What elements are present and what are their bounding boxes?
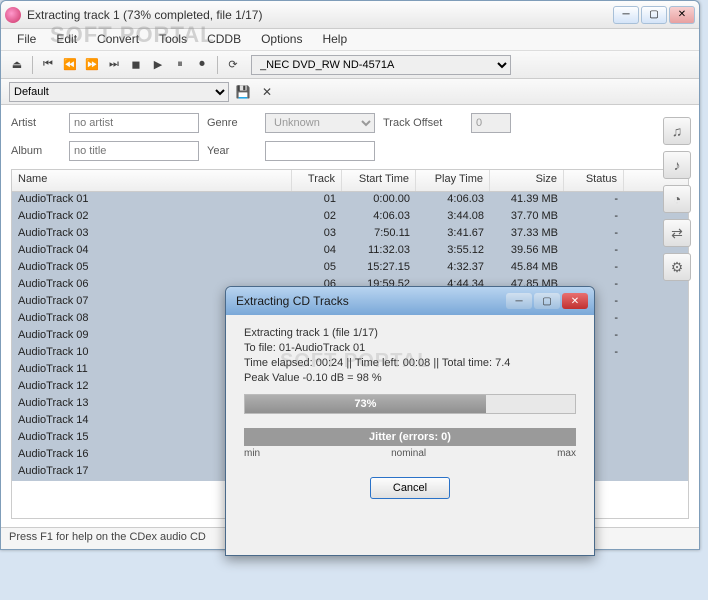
cancel-button[interactable]: Cancel <box>370 477 450 499</box>
menu-file[interactable]: File <box>7 29 46 50</box>
track-header: Name Track Start Time Play Time Size Sta… <box>12 170 688 192</box>
side-toolbar: ♫ ♪ ◔ ⇄ ⚙ <box>659 113 695 281</box>
convert-icon[interactable]: ⇄ <box>663 219 691 247</box>
metadata-row1: Artist Genre Unknown Track Offset <box>1 105 699 141</box>
drive-select[interactable]: _NEC DVD_RW ND-4571A <box>251 55 511 75</box>
dialog-line-peak: Peak Value -0.10 dB = 98 % <box>244 372 576 384</box>
save-icon[interactable]: 💾 <box>233 82 253 102</box>
genre-select[interactable]: Unknown <box>265 113 375 133</box>
dialog-titlebar[interactable]: Extracting CD Tracks ─ ▢ ✕ <box>226 287 594 315</box>
col-start[interactable]: Start Time <box>342 170 416 191</box>
settings-icon[interactable]: ⚙ <box>663 253 691 281</box>
window-title: Extracting track 1 (73% completed, file … <box>27 8 613 22</box>
prev-track-icon[interactable]: ⏮ <box>38 55 58 75</box>
close-button[interactable]: ✕ <box>669 6 695 24</box>
delete-icon[interactable]: ✕ <box>257 82 277 102</box>
album-label: Album <box>11 145 61 157</box>
track-row[interactable]: AudioTrack 050515:27.154:32.3745.84 MB- <box>12 260 688 277</box>
menu-edit[interactable]: Edit <box>46 29 87 50</box>
extract-dialog: Extracting CD Tracks ─ ▢ ✕ Extracting tr… <box>225 286 595 556</box>
track-row[interactable]: AudioTrack 02024:06.033:44.0837.70 MB- <box>12 209 688 226</box>
dialog-line-time: Time elapsed: 00:24 || Time left: 00:08 … <box>244 357 576 369</box>
artist-input[interactable] <box>69 113 199 133</box>
play-icon[interactable]: ▶ <box>148 55 168 75</box>
menu-options[interactable]: Options <box>251 29 312 50</box>
dialog-minimize-button[interactable]: ─ <box>506 293 532 309</box>
forward-icon[interactable]: ⏩ <box>82 55 102 75</box>
dialog-body: Extracting track 1 (file 1/17) To file: … <box>226 315 594 511</box>
toolbar: ⏏ ⏮ ⏪ ⏩ ⏭ ◼ ▶ ⏸ ⏺ ⟳ _NEC DVD_RW ND-4571A <box>1 51 699 79</box>
rewind-icon[interactable]: ⏪ <box>60 55 80 75</box>
jitter-labels: min nominal max <box>244 448 576 459</box>
artist-label: Artist <box>11 117 61 129</box>
dialog-maximize-button[interactable]: ▢ <box>534 293 560 309</box>
record-icon[interactable]: ⏺ <box>192 55 212 75</box>
year-input[interactable] <box>265 141 375 161</box>
jitter-bar: Jitter (errors: 0) <box>244 428 576 446</box>
col-track[interactable]: Track <box>292 170 342 191</box>
extract-wav-icon[interactable]: ♫ <box>663 117 691 145</box>
maximize-button[interactable]: ▢ <box>641 6 667 24</box>
stop-icon[interactable]: ◼ <box>126 55 146 75</box>
offset-label: Track Offset <box>383 117 463 129</box>
album-input[interactable] <box>69 141 199 161</box>
dialog-title: Extracting CD Tracks <box>232 294 506 308</box>
menu-help[interactable]: Help <box>312 29 357 50</box>
progress-bar: 73% <box>244 394 576 414</box>
next-track-icon[interactable]: ⏭ <box>104 55 124 75</box>
refresh-icon[interactable]: ⟳ <box>223 55 243 75</box>
pause-icon[interactable]: ⏸ <box>170 55 190 75</box>
metadata-row2: Album Year <box>1 141 699 169</box>
toolbar-preset: Default 💾 ✕ <box>1 79 699 105</box>
col-status[interactable]: Status <box>564 170 624 191</box>
menu-cddb[interactable]: CDDB <box>197 29 251 50</box>
track-row[interactable]: AudioTrack 040411:32.033:55.1239.56 MB- <box>12 243 688 260</box>
menubar: File Edit Convert Tools CDDB Options Hel… <box>1 29 699 51</box>
genre-label: Genre <box>207 117 257 129</box>
col-name[interactable]: Name <box>12 170 292 191</box>
extract-mp3-icon[interactable]: ♪ <box>663 151 691 179</box>
year-label: Year <box>207 145 257 157</box>
col-size[interactable]: Size <box>490 170 564 191</box>
progress-fill: 73% <box>245 395 486 413</box>
menu-convert[interactable]: Convert <box>87 29 149 50</box>
offset-input[interactable] <box>471 113 511 133</box>
jitter-min: min <box>244 448 260 459</box>
preset-select[interactable]: Default <box>9 82 229 102</box>
dialog-close-button[interactable]: ✕ <box>562 293 588 309</box>
eject-icon[interactable]: ⏏ <box>7 55 27 75</box>
track-row[interactable]: AudioTrack 03037:50.113:41.6737.33 MB- <box>12 226 688 243</box>
dialog-line-file: To file: 01-AudioTrack 01 <box>244 342 576 354</box>
extract-partial-icon[interactable]: ◔ <box>663 185 691 213</box>
jitter-nominal: nominal <box>391 448 426 459</box>
app-icon <box>5 7 21 23</box>
col-play[interactable]: Play Time <box>416 170 490 191</box>
titlebar[interactable]: Extracting track 1 (73% completed, file … <box>1 1 699 29</box>
minimize-button[interactable]: ─ <box>613 6 639 24</box>
track-row[interactable]: AudioTrack 01010:00.004:06.0341.39 MB- <box>12 192 688 209</box>
jitter-max: max <box>557 448 576 459</box>
dialog-line-track: Extracting track 1 (file 1/17) <box>244 327 576 339</box>
menu-tools[interactable]: Tools <box>149 29 197 50</box>
